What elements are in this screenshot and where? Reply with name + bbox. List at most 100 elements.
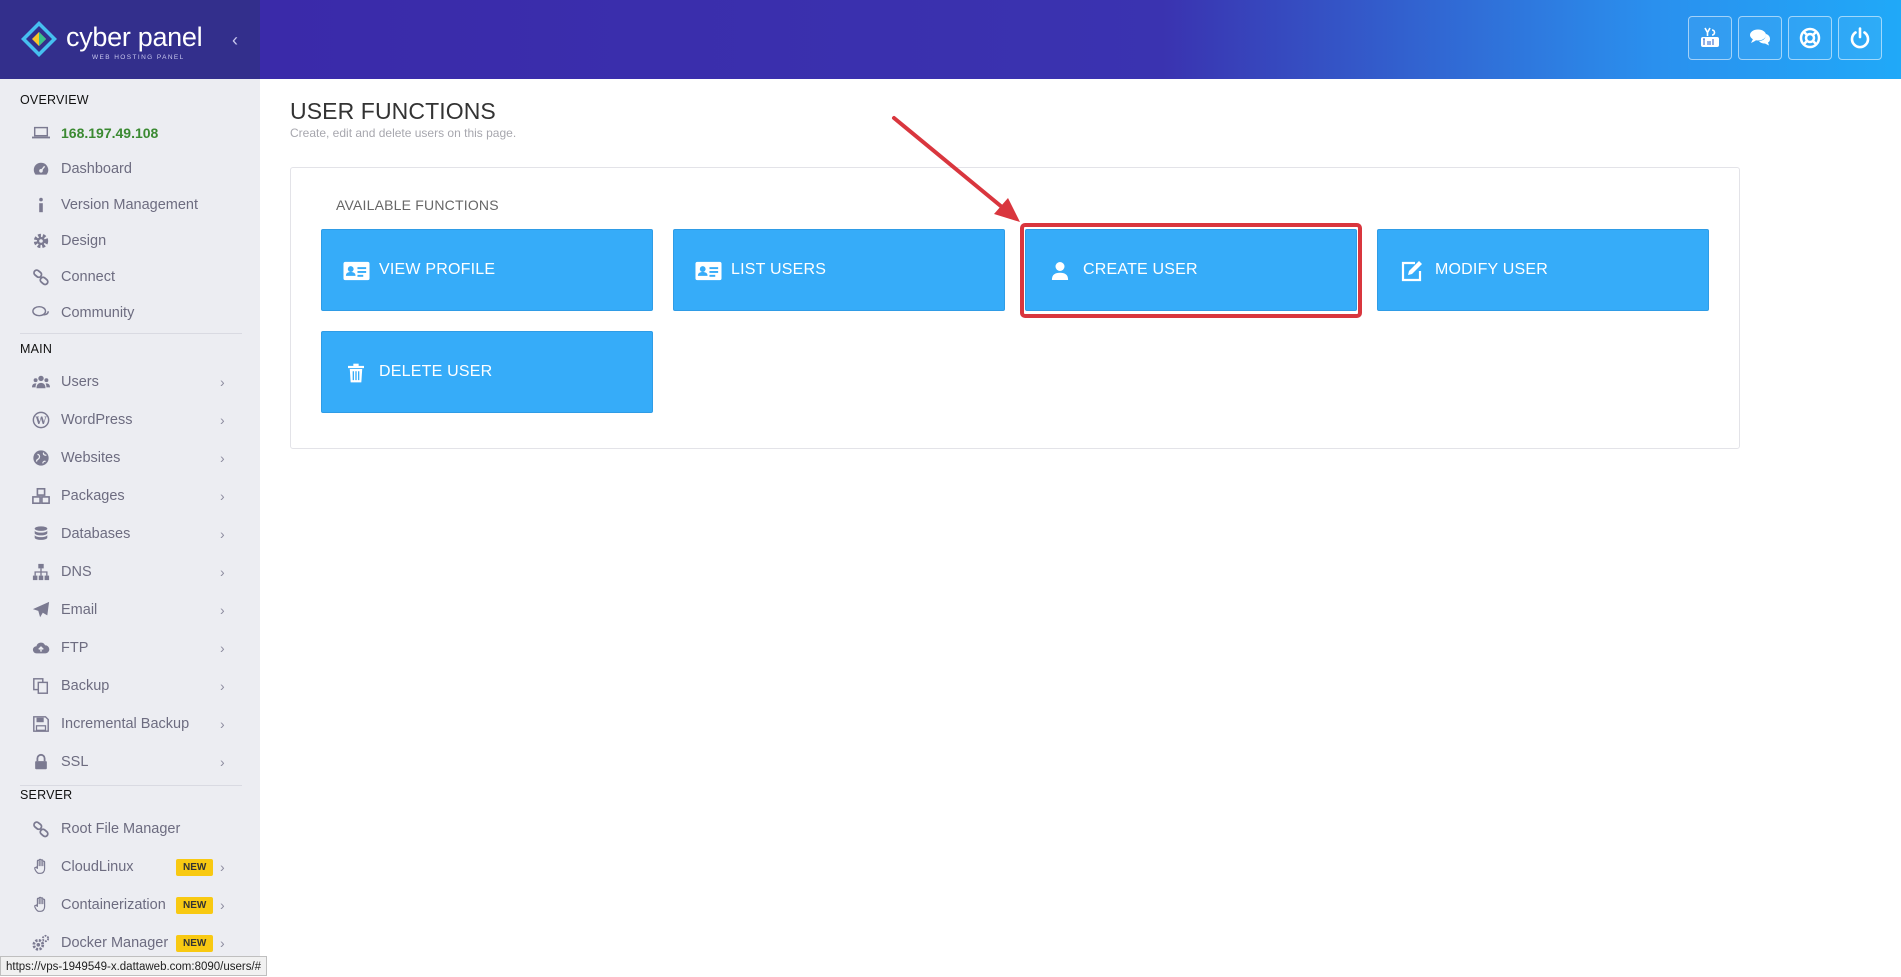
- brand-name: cyber panel: [66, 22, 203, 52]
- sidebar-item-label: Docker Manager: [61, 935, 169, 951]
- sidebar-item-label: Backup: [61, 678, 110, 694]
- dashboard-icon: [30, 158, 52, 180]
- sidebar-item-label: Websites: [61, 450, 121, 466]
- edit-icon: [1398, 258, 1426, 284]
- chevron-right-icon: ›: [220, 412, 225, 428]
- sidebar-item-label: SSL: [61, 754, 89, 770]
- sidebar-item-databases[interactable]: Databases ›: [0, 516, 260, 552]
- sidebar-item-dashboard[interactable]: Dashboard: [0, 151, 260, 187]
- button-label: DELETE USER: [379, 363, 493, 380]
- sidebar-item-containerization[interactable]: Containerization NEW ›: [0, 887, 260, 923]
- gear-icon: [30, 230, 52, 252]
- chevron-right-icon: ›: [220, 488, 225, 504]
- sidebar-item-version-management[interactable]: Version Management: [0, 187, 260, 223]
- chevron-right-icon: ›: [220, 602, 225, 618]
- panel-title: AVAILABLE FUNCTIONS: [336, 197, 499, 213]
- svg-text:W: W: [34, 416, 47, 427]
- users-icon: [30, 371, 52, 393]
- support-button[interactable]: [1788, 16, 1832, 60]
- cloud-upload-icon: [30, 637, 52, 659]
- chevron-right-icon: ›: [220, 450, 225, 466]
- sidebar-item-users[interactable]: Users ›: [0, 364, 260, 400]
- wordpress-icon: W: [30, 409, 52, 431]
- life-ring-icon: [1799, 27, 1821, 49]
- trash-icon: [342, 360, 370, 386]
- sidebar-item-label: Design: [61, 233, 107, 249]
- sidebar-item-ssl[interactable]: SSL ›: [0, 744, 260, 780]
- red-arrow-icon: [892, 116, 1020, 222]
- power-icon: [1850, 27, 1870, 49]
- youtube-button[interactable]: [1688, 16, 1732, 60]
- modify-user-button[interactable]: MODIFY USER: [1377, 229, 1709, 311]
- sidebar-item-label: Version Management: [61, 197, 199, 213]
- paper-plane-icon: [30, 599, 52, 621]
- save-icon: [30, 713, 52, 735]
- sidebar-item-label: Containerization: [61, 897, 166, 913]
- top-bar: [260, 0, 1901, 79]
- sidebar-item-label: Packages: [61, 488, 125, 504]
- sidebar-item-email[interactable]: Email ›: [0, 592, 260, 628]
- chevron-right-icon: ›: [220, 897, 225, 913]
- new-badge: NEW: [176, 897, 214, 914]
- button-label: VIEW PROFILE: [379, 261, 496, 278]
- collapse-sidebar-icon[interactable]: ‹: [232, 31, 246, 49]
- comments-icon: [30, 302, 52, 324]
- logout-button[interactable]: [1838, 16, 1882, 60]
- chat-icon: [1750, 29, 1770, 46]
- link-icon: [30, 818, 52, 840]
- sidebar-item-ftp[interactable]: FTP ›: [0, 630, 260, 666]
- cyberpanel-logo-icon: [21, 21, 57, 57]
- chevron-right-icon: ›: [220, 716, 225, 732]
- view-profile-button[interactable]: VIEW PROFILE: [321, 229, 653, 311]
- sitemap-icon: [30, 561, 52, 583]
- button-label: LIST USERS: [731, 261, 827, 278]
- brand-header[interactable]: cyber panel WEB HOSTING PANEL ‹: [0, 0, 260, 79]
- sidebar-item-ip[interactable]: 168.197.49.108: [0, 115, 260, 151]
- chat-button[interactable]: [1738, 16, 1782, 60]
- lock-icon: [30, 751, 52, 773]
- chevron-right-icon: ›: [220, 859, 225, 875]
- chevron-right-icon: ›: [220, 526, 225, 542]
- sidebar-item-cloudlinux[interactable]: CloudLinux NEW ›: [0, 849, 260, 885]
- globe-icon: [30, 447, 52, 469]
- page-subtitle: Create, edit and delete users on this pa…: [290, 126, 517, 140]
- sidebar-item-packages[interactable]: Packages ›: [0, 478, 260, 514]
- sidebar-item-design[interactable]: Design: [0, 223, 260, 259]
- sidebar-item-connect[interactable]: Connect: [0, 259, 260, 295]
- sidebar: cyber panel WEB HOSTING PANEL ‹ OVERVIEW…: [0, 0, 260, 976]
- new-badge: NEW: [176, 935, 214, 952]
- id-card-icon: [694, 258, 722, 284]
- chevron-right-icon: ›: [220, 754, 225, 770]
- highlight-box: [1020, 223, 1362, 318]
- copy-icon: [30, 675, 52, 697]
- sidebar-item-label: Dashboard: [61, 161, 132, 177]
- sidebar-item-label: CloudLinux: [61, 859, 134, 875]
- database-icon: [30, 523, 52, 545]
- sidebar-item-community[interactable]: Community: [0, 295, 260, 331]
- divider: [20, 333, 242, 334]
- sidebar-item-root-file-manager[interactable]: Root File Manager: [0, 811, 260, 847]
- sidebar-item-dns[interactable]: DNS ›: [0, 554, 260, 590]
- brand-subtitle: WEB HOSTING PANEL: [92, 54, 185, 61]
- sidebar-item-label: Incremental Backup: [61, 716, 190, 732]
- sidebar-item-label: Email: [61, 602, 98, 618]
- sidebar-item-label: FTP: [61, 640, 89, 656]
- section-overview: OVERVIEW: [20, 93, 89, 107]
- sidebar-item-wordpress[interactable]: W WordPress ›: [0, 402, 260, 438]
- sidebar-item-label: Root File Manager: [61, 821, 181, 837]
- hand-icon: [30, 894, 52, 916]
- divider: [20, 785, 242, 786]
- sidebar-item-label: DNS: [61, 564, 92, 580]
- sidebar-item-label: Connect: [61, 269, 116, 285]
- cubes-icon: [30, 485, 52, 507]
- sidebar-item-websites[interactable]: Websites ›: [0, 440, 260, 476]
- chevron-right-icon: ›: [220, 678, 225, 694]
- sidebar-item-backup[interactable]: Backup ›: [0, 668, 260, 704]
- status-bar-url: https://vps-1949549-x.dattaweb.com:8090/…: [0, 956, 268, 976]
- list-users-button[interactable]: LIST USERS: [673, 229, 1005, 311]
- chevron-right-icon: ›: [220, 935, 225, 951]
- page-title: USER FUNCTIONS: [290, 98, 496, 124]
- sidebar-item-incremental-backup[interactable]: Incremental Backup ›: [0, 706, 260, 742]
- delete-user-button[interactable]: DELETE USER: [321, 331, 653, 413]
- link-icon: [30, 266, 52, 288]
